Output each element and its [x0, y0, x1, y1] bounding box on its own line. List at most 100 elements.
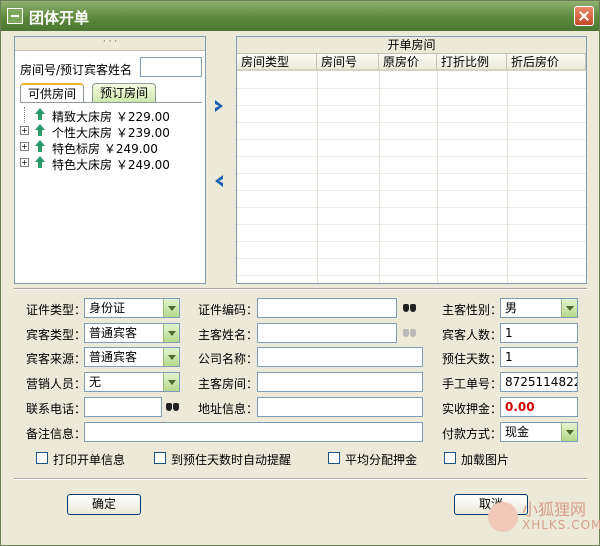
selected-rooms-panel: 开单房间 房间类型 房间号 原房价 打折比例 折后房价 — [236, 36, 587, 284]
guest-source-label: 宾客来源： — [26, 352, 87, 366]
grid-row-line — [237, 173, 586, 174]
company-input[interactable] — [257, 347, 423, 367]
chevron-down-icon[interactable] — [163, 299, 179, 317]
room-type-tree-item[interactable]: 精致大床房 ￥229.00 — [20, 107, 200, 124]
expand-icon[interactable]: + — [20, 142, 29, 151]
load-image-checkbox[interactable] — [444, 452, 456, 464]
guest-gender-label: 主客性别： — [442, 303, 503, 317]
guest-source-select[interactable]: 普通宾客 — [84, 347, 180, 367]
watermark-cn: 小狐狸网 — [522, 500, 587, 519]
deposit-label: 实收押金： — [442, 402, 503, 416]
grid-row-line — [237, 241, 586, 242]
available-rooms-panel: · · · 房间号/预订宾客姓名 可供房间 预订房间 精致大床房 ￥229.00… — [14, 36, 206, 284]
room-type-price: ￥249.00 — [115, 158, 170, 172]
print-checkbox[interactable] — [36, 452, 48, 464]
room-type-tree-item[interactable]: + 特色标房 ￥249.00 — [20, 139, 200, 156]
separator — [14, 478, 587, 480]
panel-grip[interactable]: · · · — [15, 37, 205, 51]
watermark-en: XHLKS.COM — [522, 518, 600, 532]
column-header-room-number[interactable]: 房间号 — [317, 54, 379, 71]
guest-room-input[interactable] — [257, 372, 423, 392]
up-arrow-icon — [34, 140, 46, 153]
manual-no-label: 手工单号： — [442, 377, 503, 391]
chevron-left-icon — [215, 175, 223, 187]
load-image-checkbox-label[interactable]: 加载图片 — [461, 451, 509, 468]
room-type-tree-item[interactable]: + 个性大床房 ￥239.00 — [20, 123, 200, 140]
address-input[interactable] — [257, 397, 423, 417]
column-header-original-price[interactable]: 原房价 — [379, 54, 437, 71]
ok-button[interactable]: 确定 — [67, 494, 141, 515]
stay-days-label: 预住天数： — [442, 352, 503, 366]
stay-days-input[interactable]: 1 — [500, 347, 578, 367]
room-type-name: 个性大床房 — [52, 126, 113, 140]
room-type-price: ￥249.00 — [103, 142, 158, 156]
tab-available-rooms[interactable]: 可供房间 — [20, 83, 84, 103]
expand-icon[interactable]: + — [20, 158, 29, 167]
id-number-label: 证件编码： — [198, 303, 259, 317]
grid-row-line — [237, 139, 586, 140]
close-button[interactable] — [574, 6, 594, 26]
chevron-right-icon — [215, 100, 223, 112]
watermark: 小狐狸网 XHLKS.COM — [488, 496, 600, 544]
deposit-input[interactable]: 0.00 — [500, 397, 578, 417]
grid-column-line — [507, 71, 508, 283]
avg-deposit-checkbox-label[interactable]: 平均分配押金 — [345, 451, 417, 468]
print-checkbox-label[interactable]: 打印开单信息 — [53, 451, 125, 468]
room-type-tree-item[interactable]: + 特色大床房 ￥249.00 — [20, 155, 200, 172]
auto-remind-checkbox[interactable] — [154, 452, 166, 464]
chevron-down-icon[interactable] — [163, 348, 179, 366]
grid-row-line — [237, 88, 586, 89]
window-menu-icon[interactable] — [7, 8, 23, 24]
binoculars-icon[interactable] — [166, 400, 180, 412]
window-title: 团体开单 — [29, 9, 90, 27]
guest-type-label: 宾客类型： — [26, 328, 87, 342]
company-label: 公司名称： — [198, 352, 259, 366]
grid-row-line — [237, 207, 586, 208]
id-number-input[interactable] — [257, 298, 397, 318]
auto-remind-checkbox-label[interactable]: 到预住天数时自动提醒 — [171, 451, 291, 468]
tree-connector — [24, 107, 25, 123]
binoculars-icon[interactable] — [403, 301, 417, 313]
phone-input[interactable] — [84, 397, 162, 417]
id-type-label: 证件类型： — [26, 303, 87, 317]
chevron-down-icon[interactable] — [561, 423, 577, 441]
expand-icon[interactable]: + — [20, 126, 29, 135]
avg-deposit-checkbox[interactable] — [328, 452, 340, 464]
room-search-input[interactable] — [140, 57, 202, 77]
title-bar[interactable]: 团体开单 — [1, 1, 599, 31]
tab-divider — [20, 102, 202, 103]
guest-type-select[interactable]: 普通宾客 — [84, 323, 180, 343]
add-room-button[interactable] — [210, 98, 228, 118]
grid-row-line — [237, 224, 586, 225]
guest-name-label: 主客姓名： — [198, 328, 259, 342]
guest-gender-select[interactable]: 男 — [500, 298, 578, 318]
chevron-down-icon[interactable] — [163, 373, 179, 391]
salesperson-label: 营销人员： — [26, 377, 87, 391]
payment-method-select[interactable]: 现金 — [500, 422, 578, 442]
up-arrow-icon — [34, 124, 46, 137]
guest-name-input[interactable] — [257, 323, 397, 343]
grid-row-line — [237, 105, 586, 106]
remove-room-button[interactable] — [210, 173, 228, 193]
manual-no-input[interactable]: 872511482229€ — [500, 372, 578, 392]
id-type-select[interactable]: 身份证 — [84, 298, 180, 318]
guest-count-input[interactable]: 1 — [500, 323, 578, 343]
guest-count-label: 宾客人数： — [442, 328, 503, 342]
column-header-final-price[interactable]: 折后房价 — [507, 54, 586, 71]
tab-reserved-rooms[interactable]: 预订房间 — [92, 83, 156, 103]
grid-row-line — [237, 122, 586, 123]
group-checkin-window: 团体开单 · · · 房间号/预订宾客姓名 可供房间 预订房间 精致大床房 ￥2… — [0, 0, 600, 546]
grid-row-line — [237, 275, 586, 276]
room-type-price: ￥239.00 — [115, 126, 170, 140]
chevron-down-icon[interactable] — [163, 324, 179, 342]
selected-rooms-title: 开单房间 — [237, 37, 586, 54]
phone-label: 联系电话： — [26, 402, 87, 416]
room-type-name: 精致大床房 — [52, 110, 113, 124]
column-header-room-type[interactable]: 房间类型 — [237, 54, 317, 71]
grid-row-line — [237, 156, 586, 157]
salesperson-select[interactable]: 无 — [84, 372, 180, 392]
up-arrow-icon — [34, 156, 46, 169]
remarks-input[interactable] — [84, 422, 423, 442]
column-header-discount[interactable]: 打折比例 — [437, 54, 507, 71]
chevron-down-icon[interactable] — [561, 299, 577, 317]
